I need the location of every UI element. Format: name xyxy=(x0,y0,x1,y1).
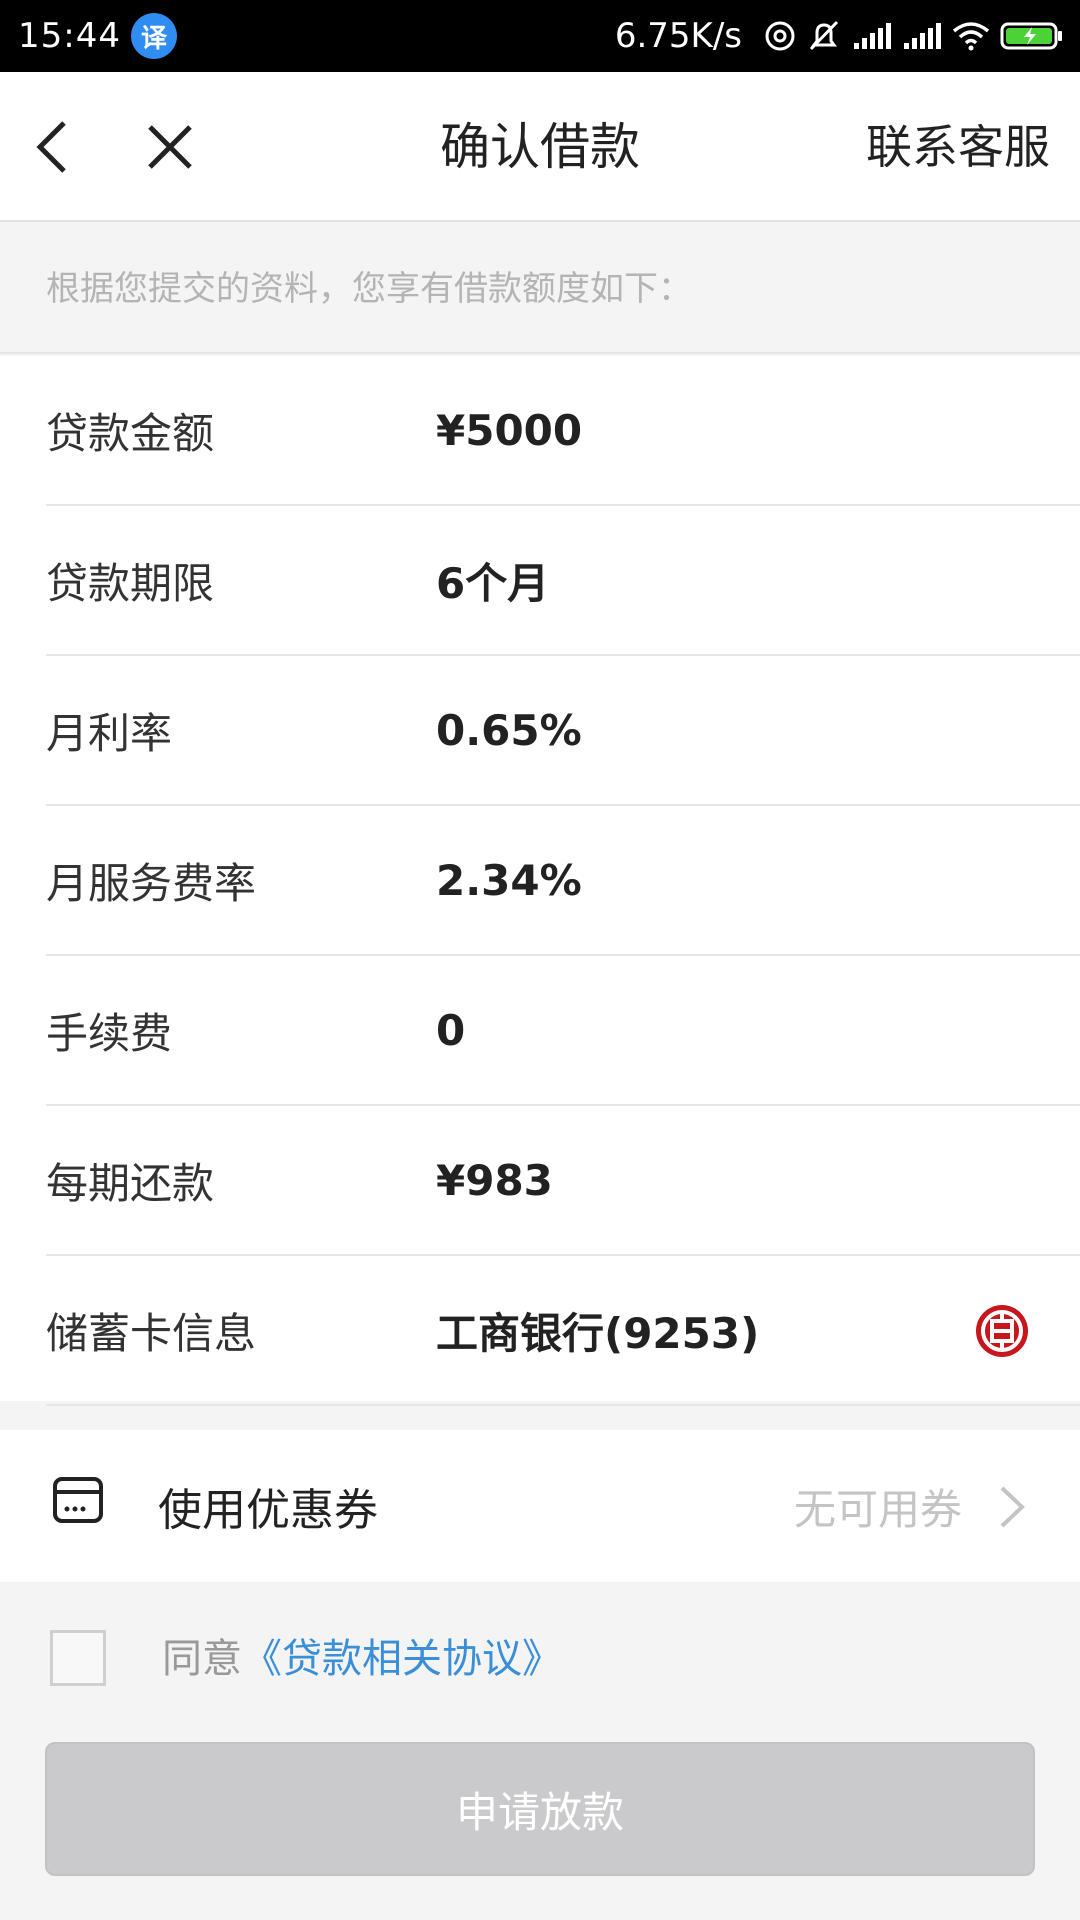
status-time: 15:44 xyxy=(18,16,121,56)
coupon-row[interactable]: 使用优惠券 无可用券 xyxy=(0,1430,1080,1582)
apply-disbursement-button[interactable]: 申请放款 xyxy=(45,1742,1035,1876)
detail-value: ¥5000 xyxy=(436,405,583,455)
detail-label: 贷款期限 xyxy=(46,558,215,608)
wifi-icon xyxy=(952,22,990,51)
agreement-prefix: 同意 xyxy=(162,1636,242,1682)
detail-value: 工商银行(9253) xyxy=(436,1308,760,1358)
detail-value: 0 xyxy=(436,1005,466,1055)
status-bar: 15:44 译 6.75K/s xyxy=(0,0,1080,72)
agreement-text: 同意《贷款相关协议》 xyxy=(162,1626,562,1684)
icbc-logo-icon xyxy=(976,1305,1028,1357)
detail-row-loan-amount: 贷款金额 ¥5000 xyxy=(46,356,1080,506)
detail-value: 0.65% xyxy=(436,705,582,755)
signal-icon-2 xyxy=(904,23,941,49)
chevron-right-icon xyxy=(1000,1486,1025,1528)
agreement-checkbox[interactable] xyxy=(50,1630,106,1686)
agreement-row: 同意《贷款相关协议》 xyxy=(0,1600,1080,1710)
detail-label: 月利率 xyxy=(46,708,173,758)
network-speed: 6.75K/s xyxy=(614,16,742,56)
detail-row-installment: 每期还款 ¥983 xyxy=(46,1106,1080,1256)
coupon-label: 使用优惠券 xyxy=(158,1485,378,1536)
detail-value: 2.34% xyxy=(436,855,582,905)
detail-label: 月服务费率 xyxy=(46,858,257,908)
credit-hint-text: 根据您提交的资料，您享有借款额度如下： xyxy=(0,224,1080,354)
battery-charging-icon xyxy=(1000,22,1062,50)
nav-bar: 确认借款 联系客服 xyxy=(0,72,1080,222)
coupon-status: 无可用券 xyxy=(793,1484,962,1534)
back-arrow-icon[interactable] xyxy=(26,117,86,177)
contact-service-button[interactable]: 联系客服 xyxy=(866,72,1050,222)
detail-label: 手续费 xyxy=(46,1008,173,1058)
detail-row-monthly-rate: 月利率 0.65% xyxy=(46,656,1080,806)
hotspot-icon xyxy=(765,21,795,51)
alarm-muted-icon xyxy=(809,20,839,51)
detail-row-handling-fee: 手续费 0 xyxy=(46,956,1080,1106)
detail-value: ¥983 xyxy=(436,1155,553,1205)
agreement-link[interactable]: 《贷款相关协议》 xyxy=(242,1636,562,1682)
detail-row-service-fee-rate: 月服务费率 2.34% xyxy=(46,806,1080,956)
translate-notification-icon: 译 xyxy=(130,13,177,59)
coupon-card-icon xyxy=(53,1477,103,1523)
detail-label: 储蓄卡信息 xyxy=(46,1308,257,1358)
detail-value: 6个月 xyxy=(436,558,550,608)
signal-icon xyxy=(854,23,891,49)
detail-row-debit-card: 储蓄卡信息 工商银行(9253) xyxy=(46,1256,1080,1406)
detail-label: 每期还款 xyxy=(46,1158,215,1208)
detail-label: 贷款金额 xyxy=(46,408,215,458)
loan-details-list: 贷款金额 ¥5000 贷款期限 6个月 月利率 0.65% 月服务费率 2.34… xyxy=(0,356,1080,1406)
status-right: 6.75K/s xyxy=(615,16,1064,56)
detail-row-loan-term: 贷款期限 6个月 xyxy=(46,506,1080,656)
status-left: 15:44 译 xyxy=(18,13,177,59)
close-icon[interactable] xyxy=(140,117,200,177)
